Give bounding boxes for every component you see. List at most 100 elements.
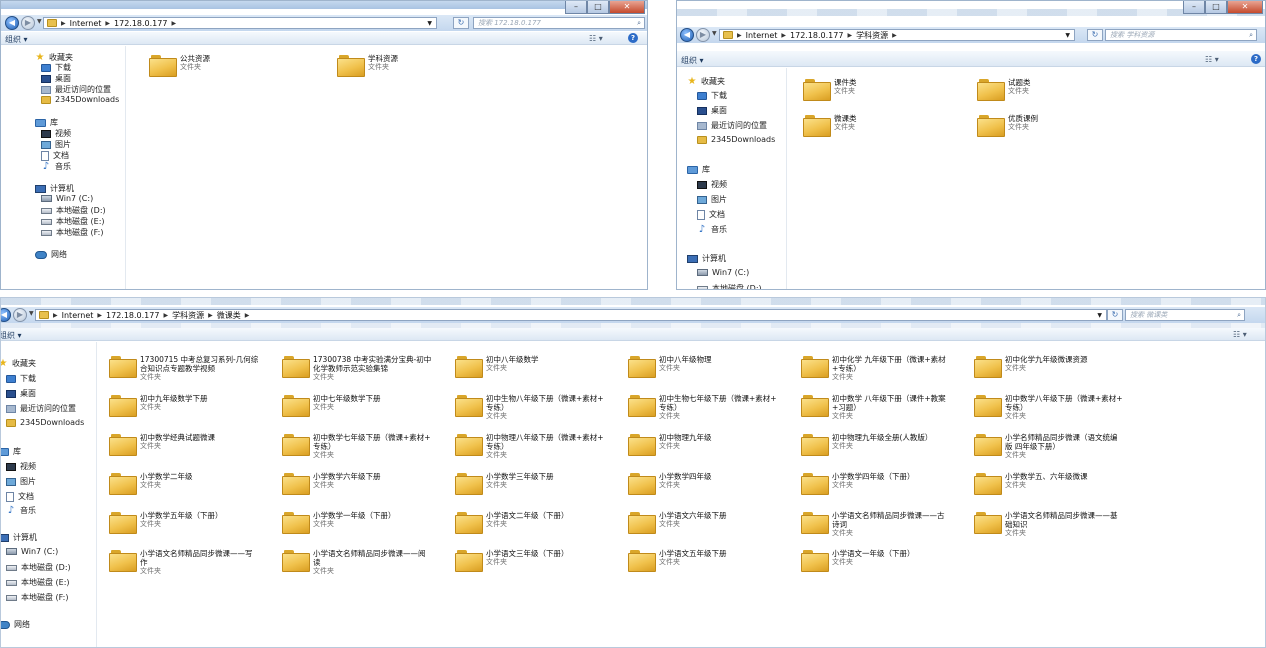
search-input[interactable]: 搜索 微课类 ⌕ (1125, 309, 1245, 321)
nav-computer[interactable]: 计算机 (35, 183, 74, 194)
nav-recent[interactable]: 最近访问的位置 (6, 403, 76, 414)
history-dropdown-icon[interactable]: ▼ (29, 310, 34, 317)
folder-item[interactable]: 初中化学九年级微课资源 文件夹 (974, 354, 1088, 378)
back-arrow-icon[interactable]: ◀ (680, 28, 694, 42)
nav-documents[interactable]: 文档 (697, 209, 725, 220)
nav-desktop[interactable]: 桌面 (41, 73, 71, 84)
folder-item[interactable]: 小学数学三年级下册 文件夹 (455, 471, 554, 495)
folder-item[interactable]: 小学语文名师精品同步微课——基 础知识 文件夹 (974, 510, 1118, 538)
folder-item[interactable]: 小学数学二年级 文件夹 (109, 471, 193, 495)
maximize-button[interactable]: □ (587, 1, 609, 14)
chevron-right-icon[interactable]: ▶ (847, 32, 852, 39)
address-bar[interactable]: ▶ Internet ▶ 172.18.0.177 ▶ 学科资源 ▶ 微课类 ▶… (35, 309, 1107, 321)
breadcrumb-microlesson[interactable]: 微课类 (217, 310, 241, 321)
breadcrumb-internet[interactable]: Internet (746, 31, 778, 40)
nav-drive-c[interactable]: Win7 (C:) (697, 268, 749, 277)
address-dropdown-icon[interactable]: ▼ (1097, 312, 1106, 319)
folder-item[interactable]: 小学名师精品同步微课（语文统编版 四年级下册） 文件夹 (974, 432, 1118, 460)
folder-item[interactable]: 初中八年级物理 文件夹 (628, 354, 712, 378)
chevron-right-icon[interactable]: ▶ (208, 312, 213, 319)
nav-libraries[interactable]: 库 (1, 446, 21, 457)
breadcrumb-internet[interactable]: Internet (70, 19, 102, 28)
folder-item[interactable]: 初中物理九年级 文件夹 (628, 432, 712, 456)
nav-2345downloads[interactable]: 2345Downloads (41, 95, 119, 104)
nav-videos[interactable]: 视频 (697, 179, 727, 190)
folder-item[interactable]: 小学数学一年级（下册） 文件夹 (282, 510, 396, 534)
nav-downloads[interactable]: 下载 (41, 62, 71, 73)
folder-item[interactable]: 初中物理八年级下册（微课+素材+ 专练） 文件夹 (455, 432, 604, 460)
breadcrumb-subject[interactable]: 学科资源 (172, 310, 204, 321)
organize-menu[interactable]: 组织 ▾ (681, 55, 704, 66)
minimize-button[interactable]: – (1183, 1, 1205, 14)
nav-recent[interactable]: 最近访问的位置 (41, 84, 111, 95)
folder-item[interactable]: 初中生物七年级下册（微课+素材+ 专练） 文件夹 (628, 393, 777, 421)
nav-downloads[interactable]: 下载 (6, 373, 36, 384)
chevron-right-icon[interactable]: ▶ (171, 20, 176, 27)
nav-libraries[interactable]: 库 (687, 164, 710, 175)
nav-drive-d[interactable]: 本地磁盘 (D:) (6, 562, 71, 573)
chevron-right-icon[interactable]: ▶ (53, 312, 58, 319)
nav-drive-f[interactable]: 本地磁盘 (F:) (41, 227, 103, 238)
folder-item[interactable]: 初中数学 八年级下册（课件+教案 +习题） 文件夹 (801, 393, 946, 421)
address-bar[interactable]: ▶ Internet ▶ 172.18.0.177 ▶ 学科资源 ▶ ▼ (719, 29, 1075, 41)
nav-drive-e[interactable]: 本地磁盘 (E:) (6, 577, 70, 588)
nav-favorites[interactable]: ★ 收藏夹 (1, 358, 36, 369)
folder-item[interactable]: 小学语文名师精品同步微课——写作文件夹 (109, 548, 253, 576)
folder-item[interactable]: 17300715 中考总复习系列-几何综 合知识点专题教学视频 文件夹 (109, 354, 258, 382)
nav-recent[interactable]: 最近访问的位置 (697, 120, 767, 131)
folder-item[interactable]: 小学语文五年级下册 文件夹 (628, 548, 727, 572)
folder-item[interactable]: 小学数学四年级（下册） 文件夹 (801, 471, 915, 495)
folder-item[interactable]: 初中数学七年级下册（微课+素材+ 专练） 文件夹 (282, 432, 431, 460)
nav-music[interactable]: ♪ 音乐 (697, 224, 727, 235)
back-arrow-icon[interactable]: ◀ (5, 16, 19, 30)
folder-item[interactable]: 微课类 文件夹 (803, 113, 857, 137)
nav-drive-c[interactable]: Win7 (C:) (41, 194, 93, 203)
help-icon[interactable]: ? (1251, 54, 1261, 64)
folder-item[interactable]: 小学语文一年级（下册） 文件夹 (801, 548, 915, 572)
chevron-right-icon[interactable]: ▶ (163, 312, 168, 319)
chevron-right-icon[interactable]: ▶ (245, 312, 250, 319)
breadcrumb-subject[interactable]: 学科资源 (856, 30, 888, 41)
search-input[interactable]: 搜索 172.18.0.177 ⌕ (473, 17, 645, 29)
close-button[interactable]: ✕ (609, 1, 645, 14)
nav-videos[interactable]: 视频 (41, 128, 71, 139)
search-icon[interactable]: ⌕ (1249, 30, 1253, 40)
folder-item[interactable]: 小学语文六年级下册 文件夹 (628, 510, 727, 534)
folder-item[interactable]: 试题类 文件夹 (977, 77, 1031, 101)
folder-item[interactable]: 初中化学 九年级下册（微课+素材 +专练） 文件夹 (801, 354, 946, 382)
search-icon[interactable]: ⌕ (637, 18, 641, 28)
nav-drive-d[interactable]: 本地磁盘 (D:) (41, 205, 106, 216)
chevron-right-icon[interactable]: ▶ (737, 32, 742, 39)
view-options-icon[interactable]: ☷ ▾ (1233, 330, 1247, 339)
nav-drive-c[interactable]: Win7 (C:) (6, 547, 58, 556)
nav-libraries[interactable]: 库 (35, 117, 58, 128)
chevron-right-icon[interactable]: ▶ (781, 32, 786, 39)
folder-item[interactable]: 公共资源 文件夹 (149, 53, 210, 77)
nav-computer[interactable]: 计算机 (1, 532, 37, 543)
folder-item[interactable]: 初中生物八年级下册（微课+素材+ 专练） 文件夹 (455, 393, 604, 421)
forward-arrow-icon[interactable]: ▶ (13, 308, 27, 322)
folder-item[interactable]: 小学数学六年级下册 文件夹 (282, 471, 381, 495)
nav-pictures[interactable]: 图片 (41, 139, 71, 150)
refresh-button[interactable]: ↻ (1087, 29, 1103, 41)
chevron-right-icon[interactable]: ▶ (61, 20, 66, 27)
nav-music[interactable]: ♪ 音乐 (41, 161, 71, 172)
history-dropdown-icon[interactable]: ▼ (37, 18, 42, 25)
forward-arrow-icon[interactable]: ▶ (696, 28, 710, 42)
organize-menu[interactable]: 组织 ▾ (5, 34, 28, 45)
nav-drive-d[interactable]: 本地磁盘 (D:) (697, 283, 762, 289)
folder-item[interactable]: 初中九年级数学下册 文件夹 (109, 393, 208, 417)
breadcrumb-host[interactable]: 172.18.0.177 (106, 311, 159, 320)
nav-music[interactable]: ♪ 音乐 (6, 505, 36, 516)
folder-item[interactable]: 初中数学八年级下册（微课+素材+ 专练） 文件夹 (974, 393, 1123, 421)
folder-item[interactable]: 小学语文名师精品同步微课——古 诗词 文件夹 (801, 510, 945, 538)
nav-desktop[interactable]: 桌面 (6, 388, 36, 399)
folder-item[interactable]: 初中七年级数学下册 文件夹 (282, 393, 381, 417)
nav-computer[interactable]: 计算机 (687, 253, 726, 264)
nav-network[interactable]: 网络 (35, 249, 67, 260)
folder-item[interactable]: 优质课例 文件夹 (977, 113, 1038, 137)
search-input[interactable]: 搜索 学科资源 ⌕ (1105, 29, 1257, 41)
breadcrumb-host[interactable]: 172.18.0.177 (790, 31, 843, 40)
folder-item[interactable]: 小学数学五、六年级微课 文件夹 (974, 471, 1088, 495)
maximize-button[interactable]: □ (1205, 1, 1227, 14)
